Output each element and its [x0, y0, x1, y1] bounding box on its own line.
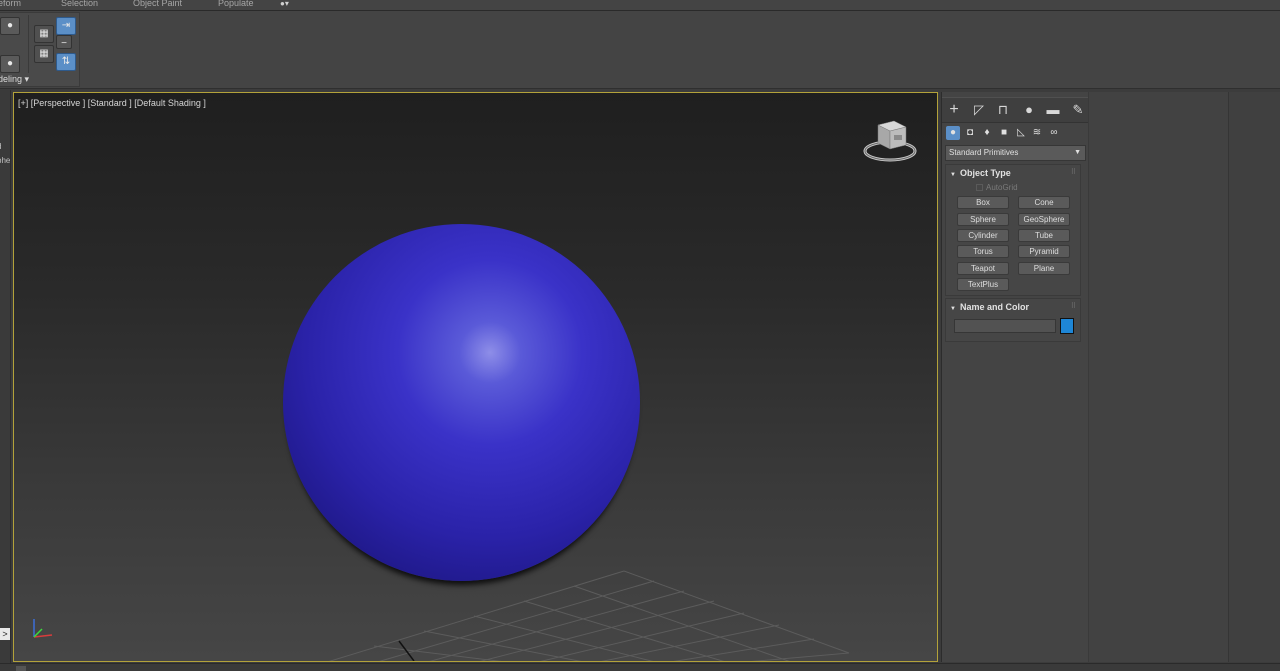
right-edge-area: [1228, 92, 1280, 662]
lights-category[interactable]: ♦: [980, 126, 994, 140]
ribbon-options-dropdown[interactable]: ●▾: [280, 0, 289, 8]
modify-icon: ◸: [974, 102, 984, 117]
collapse-triangle-icon: ▼: [950, 306, 956, 312]
textplus-button[interactable]: TextPlus: [957, 278, 1009, 291]
rollout-grip-icon: ⠿: [1070, 303, 1076, 310]
cylinder-icon: ●: [6, 58, 14, 69]
utilities-tab[interactable]: ✎: [1069, 101, 1087, 119]
object-color-swatch[interactable]: [1060, 318, 1074, 334]
ribbon-modeling-group: ● ● ▦ ▦ ⇥ − ⇅ deling ▾: [0, 12, 80, 87]
spacewarps-icon: ≋: [1032, 127, 1042, 138]
left-strip-text-2: phe: [0, 156, 11, 165]
name-and-color-header[interactable]: ▼ Name and Color: [950, 302, 1029, 312]
lights-icon: ♦: [984, 127, 990, 138]
utilities-icon: ✎: [1072, 102, 1084, 117]
motion-icon: ●: [1025, 102, 1033, 117]
pyramid-button[interactable]: Pyramid: [1018, 245, 1070, 258]
ribbon-align-button[interactable]: ⇥: [56, 17, 76, 35]
ribbon-tab-selection[interactable]: Selection: [61, 0, 98, 8]
left-strip-text-1: d: [0, 142, 1, 151]
geosphere-button[interactable]: GeoSphere: [1018, 213, 1070, 226]
object-type-header[interactable]: ▼ Object Type: [950, 168, 1011, 178]
checkbox-icon: [976, 184, 983, 191]
ribbon-cylinder-button[interactable]: ●: [0, 55, 20, 73]
ribbon-minus-button[interactable]: −: [56, 35, 72, 49]
object-type-rollout: ▼ Object Type ⠿ AutoGrid Box Cone Sphere …: [945, 164, 1081, 296]
cone-button[interactable]: Cone: [1018, 196, 1070, 209]
systems-category[interactable]: ∞: [1047, 126, 1061, 140]
ribbon-grid-button-2[interactable]: ▦: [34, 45, 54, 63]
helpers-category[interactable]: ◺: [1014, 126, 1028, 140]
helpers-icon: ◺: [1017, 127, 1025, 138]
sphere-icon: ●: [6, 20, 14, 31]
create-category-bar: ● ◘ ♦ ■ ◺ ≋ ∞: [942, 123, 1089, 143]
left-side-strip: d phe >: [0, 90, 11, 665]
grid-box-icon: ▦: [39, 28, 49, 39]
teapot-button[interactable]: Teapot: [957, 262, 1009, 275]
command-panel-tabs: + ◸ ⊓ ● ▬ ✎: [942, 97, 1089, 123]
command-panel: + ◸ ⊓ ● ▬ ✎ ● ◘ ♦ ■ ◺ ≋ ∞ Standard Primi…: [941, 92, 1089, 662]
tube-button[interactable]: Tube: [1018, 229, 1070, 242]
hierarchy-tab[interactable]: ⊓: [994, 101, 1012, 119]
name-and-color-rollout: ▼ Name and Color ⠿: [945, 298, 1081, 342]
modify-tab[interactable]: ◸: [970, 101, 988, 119]
hierarchy-icon: ⊓: [997, 102, 1009, 117]
torus-button[interactable]: Torus: [957, 245, 1009, 258]
ribbon-group-label[interactable]: deling ▾: [0, 74, 29, 85]
ribbon-tab-object-paint[interactable]: Object Paint: [133, 0, 182, 8]
bottom-status-strip: [0, 663, 1280, 671]
display-icon: ▬: [1046, 102, 1060, 117]
cylinder-button[interactable]: Cylinder: [957, 229, 1009, 242]
viewcube-icon[interactable]: [862, 115, 918, 167]
chevron-right-icon: >: [2, 629, 8, 639]
primitive-category-select[interactable]: Standard Primitives ▼: [945, 145, 1086, 161]
autogrid-checkbox[interactable]: AutoGrid: [976, 183, 1018, 192]
shapes-icon: ◘: [966, 127, 974, 138]
shapes-category[interactable]: ◘: [963, 126, 977, 140]
axis-tripod-icon: [33, 619, 53, 638]
object-name-field[interactable]: [954, 319, 1056, 333]
ribbon-tab-bar: eform Selection Object Paint Populate ●▾: [0, 0, 1280, 11]
spacewarps-category[interactable]: ≋: [1030, 126, 1044, 140]
grid-box-icon: ▦: [39, 48, 49, 59]
create-icon: +: [949, 101, 959, 118]
swap-icon: ⇅: [61, 56, 71, 67]
display-tab[interactable]: ▬: [1044, 101, 1062, 119]
right-panel-area: [1088, 92, 1228, 662]
cameras-category[interactable]: ■: [997, 126, 1011, 140]
geometry-icon: ●: [949, 127, 957, 138]
primitive-category-value: Standard Primitives: [949, 148, 1019, 157]
ribbon-panel: ● ● ▦ ▦ ⇥ − ⇅ deling ▾: [0, 11, 1280, 89]
ribbon-grid-button-1[interactable]: ▦: [34, 25, 54, 43]
collapse-triangle-icon: ▼: [950, 172, 956, 178]
perspective-viewport[interactable]: [+] [Perspective ] [Standard ] [Default …: [13, 92, 938, 662]
rollout-grip-icon: ⠿: [1070, 169, 1076, 176]
motion-tab[interactable]: ●: [1020, 101, 1038, 119]
ribbon-swap-button[interactable]: ⇅: [56, 53, 76, 71]
minus-icon: −: [61, 38, 67, 49]
ribbon-divider: [28, 15, 29, 73]
name-and-color-title: Name and Color: [959, 302, 1029, 312]
plane-button[interactable]: Plane: [1018, 262, 1070, 275]
chevron-down-icon: ▼: [1074, 149, 1081, 156]
chevron-down-icon: ▾: [284, 0, 289, 8]
object-type-title: Object Type: [959, 168, 1011, 178]
sphere-button[interactable]: Sphere: [957, 213, 1009, 226]
expand-panel-button[interactable]: >: [0, 628, 10, 640]
autogrid-label: AutoGrid: [986, 183, 1018, 192]
align-icon: ⇥: [61, 20, 71, 31]
viewport-label-menu[interactable]: [+] [Perspective ] [Standard ] [Default …: [18, 98, 206, 108]
sphere-object[interactable]: [283, 224, 640, 581]
bottom-strip-button[interactable]: [16, 666, 26, 671]
systems-icon: ∞: [1050, 127, 1058, 138]
geometry-category[interactable]: ●: [946, 126, 960, 140]
create-tab[interactable]: +: [945, 101, 963, 119]
ribbon-tab-populate[interactable]: Populate: [218, 0, 254, 8]
ribbon-tab-freeform[interactable]: eform: [0, 0, 21, 8]
cameras-icon: ■: [1000, 127, 1008, 138]
ribbon-sphere-button[interactable]: ●: [0, 17, 20, 35]
box-button[interactable]: Box: [957, 196, 1009, 209]
